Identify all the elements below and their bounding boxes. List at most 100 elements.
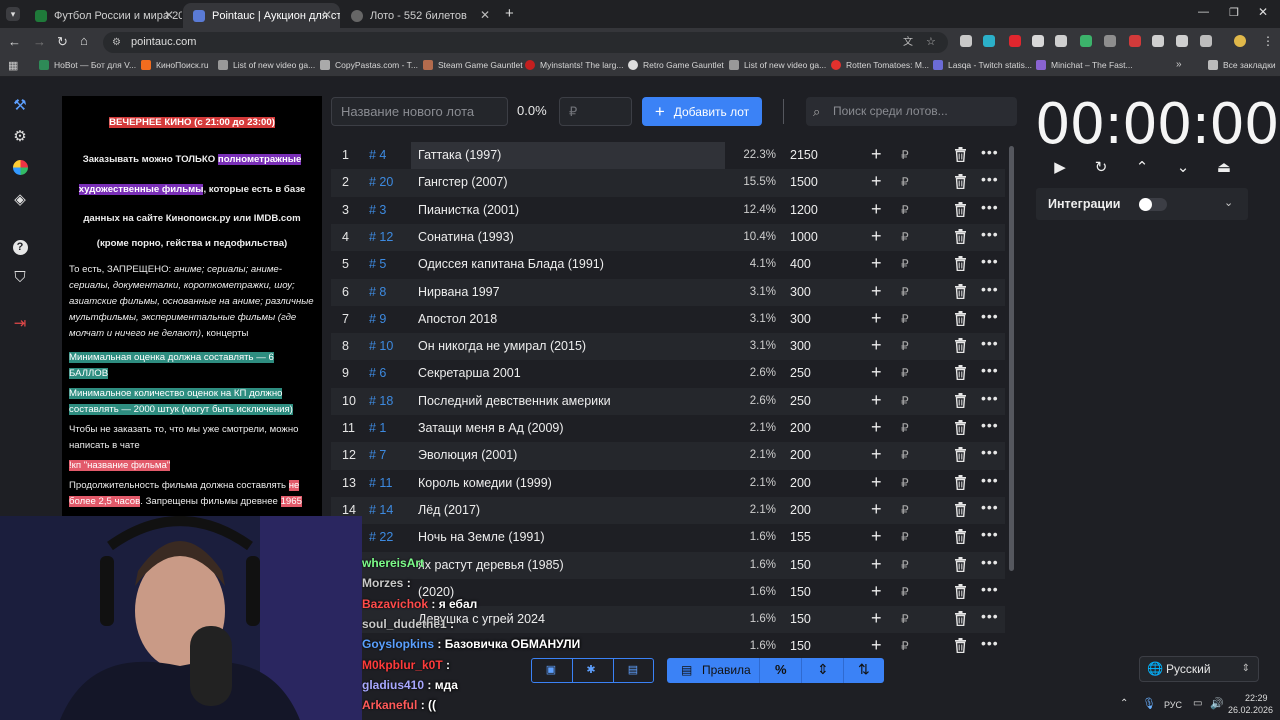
currency-icon[interactable]: ₽ bbox=[901, 175, 909, 189]
lot-name[interactable]: Последний девственник америки bbox=[418, 394, 611, 408]
settings-gear-icon[interactable]: ⚙ bbox=[11, 128, 29, 146]
add-amount-icon[interactable]: + bbox=[871, 362, 882, 383]
microphone-icon[interactable]: 🎙 bbox=[1142, 697, 1156, 710]
lot-amount[interactable]: 150 bbox=[790, 612, 811, 626]
currency-icon[interactable]: ₽ bbox=[901, 558, 909, 572]
currency-icon[interactable]: ₽ bbox=[901, 230, 909, 244]
bookmark-item[interactable]: HoBot — Бот для V... bbox=[39, 60, 136, 70]
lot-amount[interactable]: 1000 bbox=[790, 230, 818, 244]
extension-icon[interactable] bbox=[1032, 35, 1044, 47]
lot-amount[interactable]: 1500 bbox=[790, 175, 818, 189]
compress-icon[interactable]: ⇕ bbox=[817, 661, 829, 678]
trash-icon[interactable] bbox=[954, 611, 967, 627]
currency-icon[interactable]: ₽ bbox=[901, 476, 909, 490]
add-amount-icon[interactable]: + bbox=[871, 144, 882, 165]
more-options-icon[interactable]: ••• bbox=[981, 171, 999, 187]
extension-icon[interactable] bbox=[1080, 35, 1092, 47]
lot-name[interactable]: Король комедии (1999) bbox=[418, 476, 552, 490]
add-amount-icon[interactable]: + bbox=[871, 253, 882, 274]
layers-icon[interactable]: ◈ bbox=[11, 191, 29, 209]
apps-grid-icon[interactable]: ▦ bbox=[8, 59, 18, 72]
lot-amount[interactable]: 1200 bbox=[790, 203, 818, 217]
bookmark-item[interactable]: Retro Game Gauntlet bbox=[628, 60, 724, 70]
lot-name[interactable]: Нирвана 1997 bbox=[418, 285, 500, 299]
help-icon[interactable]: ? bbox=[11, 237, 29, 255]
add-amount-icon[interactable]: + bbox=[871, 581, 882, 602]
lot-name[interactable]: Лёд (2017) bbox=[418, 503, 480, 517]
lot-name[interactable]: Апостол 2018 bbox=[418, 312, 497, 326]
lot-name[interactable]: Гангстер (2007) bbox=[418, 175, 508, 189]
add-lot-button[interactable]: + Добавить лот bbox=[642, 97, 762, 126]
add-amount-icon[interactable]: + bbox=[871, 171, 882, 192]
extension-icon[interactable] bbox=[983, 35, 995, 47]
logout-icon[interactable]: ⇥ bbox=[11, 315, 29, 333]
reset-icon[interactable]: ↻ bbox=[1091, 158, 1111, 178]
more-options-icon[interactable]: ••• bbox=[981, 253, 999, 269]
bookmark-item[interactable]: Steam Game Gauntlet bbox=[423, 60, 523, 70]
more-options-icon[interactable]: ••• bbox=[981, 335, 999, 351]
trash-icon[interactable] bbox=[954, 365, 967, 381]
trash-icon[interactable] bbox=[954, 310, 967, 326]
add-amount-icon[interactable]: + bbox=[871, 335, 882, 356]
rules-button[interactable]: Правила bbox=[702, 663, 751, 677]
lot-amount[interactable]: 155 bbox=[790, 530, 811, 544]
lot-name[interactable]: Гаттака (1997) bbox=[418, 148, 501, 162]
tab-loto[interactable]: Лото - 552 билетов ✕ bbox=[341, 3, 498, 28]
chevron-down-icon[interactable]: ⌄ bbox=[1224, 196, 1233, 209]
tab-search-button[interactable]: ▾ bbox=[6, 7, 20, 21]
add-amount-icon[interactable]: + bbox=[871, 390, 882, 411]
lot-name[interactable]: Сонатина (1993) bbox=[418, 230, 514, 244]
currency-icon[interactable]: ₽ bbox=[901, 148, 909, 162]
minimize-icon[interactable]: — bbox=[1198, 6, 1209, 18]
bookmark-item[interactable]: КиноПоиск.ru bbox=[141, 60, 209, 70]
more-options-icon[interactable]: ••• bbox=[981, 362, 999, 378]
chevron-down-icon[interactable]: ⌄ bbox=[1173, 158, 1193, 178]
more-options-icon[interactable]: ••• bbox=[981, 281, 999, 297]
bookmark-item[interactable]: List of new video ga... bbox=[729, 60, 826, 70]
add-amount-icon[interactable]: + bbox=[871, 444, 882, 465]
currency-icon[interactable]: ₽ bbox=[901, 257, 909, 271]
site-info-icon[interactable]: ⚙ bbox=[112, 32, 121, 53]
trash-icon[interactable] bbox=[954, 338, 967, 354]
more-options-icon[interactable]: ••• bbox=[981, 635, 999, 651]
lot-amount[interactable]: 200 bbox=[790, 421, 811, 435]
extension-icon[interactable] bbox=[1009, 35, 1021, 47]
trash-icon[interactable] bbox=[954, 638, 967, 653]
add-amount-icon[interactable]: + bbox=[871, 526, 882, 547]
bookmark-item[interactable]: List of new video ga... bbox=[218, 60, 315, 70]
close-window-icon[interactable]: ✕ bbox=[1258, 5, 1268, 19]
shield-icon[interactable]: ⛉ bbox=[11, 269, 29, 287]
currency-icon[interactable]: ₽ bbox=[901, 366, 909, 380]
extension-icon[interactable] bbox=[1152, 35, 1164, 47]
currency-icon[interactable]: ₽ bbox=[901, 312, 909, 326]
more-options-icon[interactable]: ••• bbox=[981, 608, 999, 624]
currency-icon[interactable]: ₽ bbox=[901, 585, 909, 599]
currency-icon[interactable]: ₽ bbox=[901, 639, 909, 653]
lot-name[interactable]: Эволюция (2001) bbox=[418, 448, 517, 462]
keyboard-language[interactable]: РУС bbox=[1164, 700, 1182, 710]
lot-name[interactable]: Одиссея капитана Блада (1991) bbox=[418, 257, 604, 271]
lot-amount[interactable]: 300 bbox=[790, 312, 811, 326]
new-lot-amount-input[interactable]: ₽ bbox=[559, 97, 632, 126]
currency-icon[interactable]: ₽ bbox=[901, 421, 909, 435]
more-options-icon[interactable]: ••• bbox=[981, 499, 999, 515]
extension-icon[interactable] bbox=[960, 35, 972, 47]
lot-amount[interactable]: 200 bbox=[790, 503, 811, 517]
scrollbar[interactable] bbox=[1009, 146, 1014, 571]
extension-icon[interactable] bbox=[1129, 35, 1141, 47]
trash-icon[interactable] bbox=[954, 283, 967, 299]
volume-icon[interactable]: 🔊 bbox=[1210, 697, 1224, 710]
lot-amount[interactable]: 200 bbox=[790, 476, 811, 490]
menu-dots-icon[interactable]: ⋮ bbox=[1262, 34, 1274, 48]
extension-icon[interactable] bbox=[1055, 35, 1067, 47]
eject-up-icon[interactable]: ⏏ bbox=[1214, 158, 1234, 178]
extensions-puzzle-icon[interactable] bbox=[1200, 35, 1212, 47]
trash-icon[interactable] bbox=[954, 529, 967, 545]
integrations-panel[interactable]: Интеграции ⌄ bbox=[1036, 188, 1248, 220]
currency-icon[interactable]: ₽ bbox=[901, 203, 909, 217]
more-options-icon[interactable]: ••• bbox=[981, 417, 999, 433]
translate-icon[interactable]: 文 bbox=[903, 32, 913, 53]
lot-amount[interactable]: 150 bbox=[790, 639, 811, 653]
lot-name[interactable]: Пианистка (2001) bbox=[418, 203, 519, 217]
lot-amount[interactable]: 300 bbox=[790, 339, 811, 353]
